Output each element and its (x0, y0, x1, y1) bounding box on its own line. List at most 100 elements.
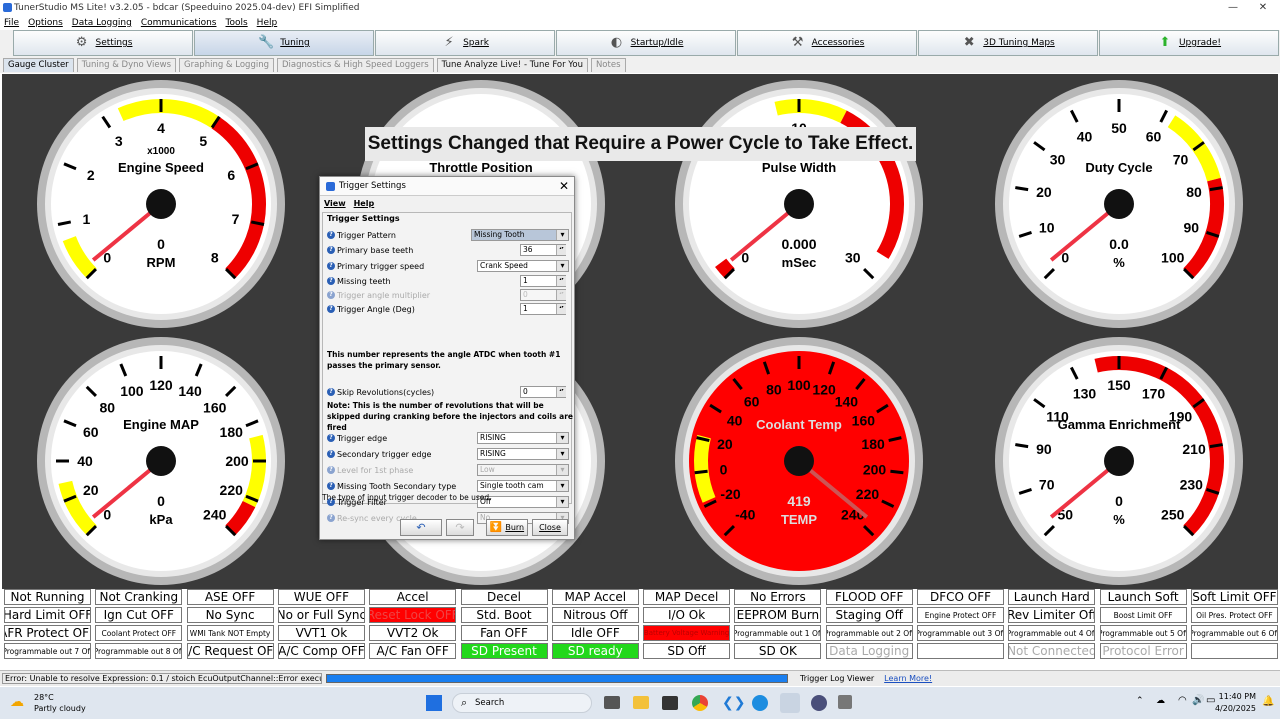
skip-revolutions-note: Note: This is the number of revolutions … (327, 401, 574, 432)
status-nitrous-off: Nitrous Off (551, 607, 639, 623)
help-icon[interactable]: ? (327, 434, 335, 442)
help-icon[interactable]: ? (327, 305, 335, 313)
field-label: Secondary trigger edge (337, 449, 432, 459)
number-spinner[interactable]: 0 (520, 386, 566, 398)
tunerstudio-taskbar-icon[interactable] (780, 693, 800, 713)
task-view-icon[interactable] (604, 696, 620, 709)
status-engine-protect-off: Engine Protect OFF (917, 607, 1004, 623)
gauge-tick-label: 60 (1146, 128, 1162, 144)
field-row-missing-tooth-secondary-type: ? Missing Tooth Secondary type (327, 479, 456, 493)
undo-button[interactable]: ↶ (400, 519, 442, 536)
status-programmable-out-6-off: Programmable out 6 Off (1190, 625, 1278, 641)
dropdown[interactable]: Crank Speed (477, 260, 569, 272)
help-icon[interactable]: ? (327, 388, 335, 396)
toolbar-upgrade-button[interactable]: ⬆ Upgrade! (1099, 30, 1279, 56)
gauge-unit: kPa (149, 512, 173, 527)
toolbar-tuning-button[interactable]: 🔧 Tuning (194, 30, 374, 56)
field-row-primary-trigger-speed: ? Primary trigger speed (327, 259, 424, 273)
power-cycle-banner: Settings Changed that Require a Power Cy… (365, 127, 916, 161)
help-icon[interactable]: ? (327, 466, 335, 474)
field-label: Missing teeth (337, 276, 391, 286)
field-row-secondary-trigger-edge: ? Secondary trigger edge (327, 447, 431, 461)
gauge-engine-map: 0 20 40 6080 100 120 140160 180 200 220 240 Engine … (37, 337, 285, 585)
gauge-tick-label: 140 (835, 394, 859, 410)
status-no-errors: No Errors (734, 589, 822, 605)
tab-tuning-dyno[interactable]: Tuning & Dyno Views (76, 58, 177, 72)
file-explorer-icon[interactable] (633, 696, 649, 709)
toolbar-accessories-button[interactable]: ⚒ Accessories (737, 30, 917, 56)
gauge-tick-label: 70 (1039, 476, 1055, 492)
number-spinner[interactable]: 1 (520, 303, 566, 315)
taskbar-search[interactable]: ⌕ Search (452, 693, 592, 713)
tab-notes[interactable]: Notes (590, 58, 626, 72)
number-spinner[interactable]: 0 (520, 289, 566, 301)
toolbar-startup-idle-button[interactable]: ◐ Startup/Idle (556, 30, 736, 56)
tab-tune-analyze[interactable]: Tune Analyze Live! - Tune For You (436, 58, 588, 72)
help-icon[interactable]: ? (327, 291, 335, 299)
field-label: Trigger Pattern (337, 230, 396, 240)
menu-data-logging[interactable]: Data Logging (72, 18, 132, 28)
help-icon[interactable]: ? (327, 514, 335, 522)
notification-bell-icon[interactable]: 🔔 (1262, 696, 1274, 707)
toolbar-spark-button[interactable]: ⚡ Spark (375, 30, 555, 56)
vscode-icon[interactable]: ❮❯ (722, 695, 745, 711)
extra-taskbar-icon[interactable] (838, 695, 852, 709)
gauge-tick-label: 130 (1073, 385, 1097, 401)
help-icon[interactable]: ? (327, 231, 335, 239)
trigger-log-viewer-label[interactable]: Trigger Log Viewer (800, 674, 874, 683)
menu-file[interactable]: File (4, 18, 19, 28)
number-spinner[interactable]: 36 (520, 244, 566, 256)
redo-button[interactable]: ↷ (446, 519, 474, 536)
app-taskbar-icon[interactable] (811, 695, 827, 711)
gauge-tick-label: 220 (220, 482, 244, 498)
wifi-icon[interactable]: ◠ (1178, 695, 1187, 706)
clock-time[interactable]: 11:40 PM (1218, 692, 1256, 701)
dropdown[interactable]: Single tooth cam (477, 480, 569, 492)
tray-network-icon[interactable]: ☁ (1156, 696, 1165, 706)
chrome-icon[interactable] (692, 695, 708, 711)
field-label: Primary trigger speed (337, 261, 425, 271)
volume-icon[interactable]: 🔊 (1192, 695, 1204, 706)
menu-communications[interactable]: Communications (141, 18, 217, 28)
number-spinner[interactable]: 1 (520, 275, 566, 287)
dialog-menu-help[interactable]: Help (354, 199, 375, 208)
edge-icon[interactable] (752, 695, 768, 711)
status-bar: Error: Unable to resolve Expression: 0.1… (0, 670, 1280, 686)
status-data-logging: Data Logging (825, 643, 913, 659)
dropdown[interactable]: Low (477, 464, 569, 476)
dialog-menu-view[interactable]: View (324, 199, 346, 208)
gauge-band (715, 258, 735, 279)
store-icon[interactable] (662, 696, 678, 710)
tab-gauge-cluster[interactable]: Gauge Cluster (3, 58, 74, 72)
clock-date[interactable]: 4/20/2025 (1212, 704, 1256, 713)
help-icon[interactable]: ? (327, 450, 335, 458)
menu-help[interactable]: Help (257, 18, 278, 28)
trigger-angle-note: This number represents the angle ATDC wh… (327, 350, 561, 370)
close-button[interactable]: ✕ (1248, 0, 1278, 15)
tray-chevron-icon[interactable]: ⌃ (1136, 696, 1144, 706)
toolbar-3d-tuning-maps-button[interactable]: ✖ 3D Tuning Maps (918, 30, 1098, 56)
close-dialog-button[interactable]: Close (532, 519, 568, 536)
help-icon[interactable]: ? (327, 262, 335, 270)
learn-more-link[interactable]: Learn More! (884, 674, 932, 683)
dropdown[interactable]: Missing Tooth (471, 229, 569, 241)
minimize-button[interactable]: — (1218, 0, 1248, 15)
tab-graphing-logging[interactable]: Graphing & Logging (179, 58, 274, 72)
burn-button[interactable]: ⏬ Burn (486, 519, 528, 536)
tab-diagnostics[interactable]: Diagnostics & High Speed Loggers (277, 58, 434, 72)
help-icon[interactable]: ? (327, 482, 335, 490)
gauge-engine-speed: 012345678Engine Speedx10000RPM (37, 80, 285, 328)
menu-options[interactable]: Options (28, 18, 63, 28)
menu-tools[interactable]: Tools (226, 18, 248, 28)
toolbar-settings-button[interactable]: ⚙ Settings (13, 30, 193, 56)
dropdown[interactable]: RISING (477, 448, 569, 460)
help-icon[interactable]: ? (327, 277, 335, 285)
help-icon[interactable]: ? (327, 246, 335, 254)
gauge-tick (694, 469, 708, 475)
start-icon[interactable] (426, 695, 442, 711)
upgrade-icon: ⬆ (1159, 35, 1171, 50)
dialog-close-icon[interactable]: ✕ (559, 179, 569, 193)
dropdown[interactable]: RISING (477, 432, 569, 444)
gauge-title: Duty Cycle (1085, 160, 1152, 175)
status-programmable-out-1-off: Programmable out 1 Off (734, 625, 822, 641)
